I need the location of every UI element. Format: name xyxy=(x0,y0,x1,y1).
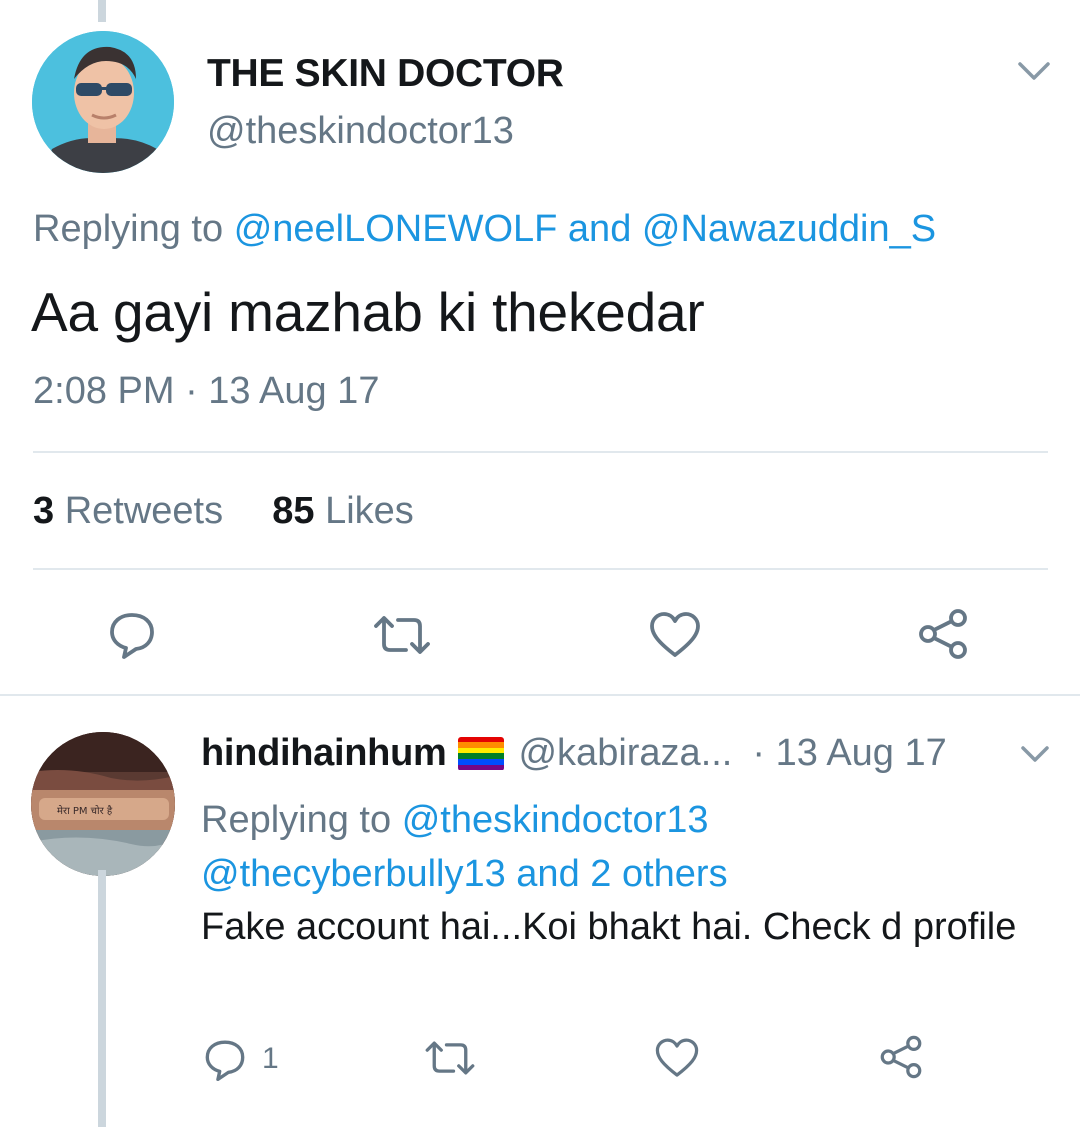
mention-link[interactable]: @neelLONEWOLF xyxy=(234,208,558,250)
rainbow-flag-icon xyxy=(458,736,505,771)
reply-date[interactable]: · 13 Aug 17 xyxy=(752,732,946,775)
tweet-detail-page: THE SKIN DOCTOR @theskindoctor13 Replyin… xyxy=(0,0,1080,1127)
replying-to: Replying to @neelLONEWOLF and @Nawazuddi… xyxy=(33,208,936,251)
divider xyxy=(33,451,1048,453)
thread-line-top xyxy=(98,0,106,22)
retweet-icon xyxy=(374,616,430,654)
retweet-icon xyxy=(425,1041,475,1075)
replying-prefix: Replying to xyxy=(201,799,392,841)
likes-stat[interactable]: 85 Likes xyxy=(272,490,414,532)
mention-link[interactable]: @theskindoctor13 xyxy=(402,799,709,841)
chevron-down-icon[interactable] xyxy=(1018,743,1052,765)
heart-icon xyxy=(655,1038,699,1077)
display-name[interactable]: THE SKIN DOCTOR xyxy=(207,52,564,96)
reply-button[interactable] xyxy=(106,608,158,660)
avatar[interactable] xyxy=(32,31,174,173)
mention-link[interactable]: @Nawazuddin_S xyxy=(642,208,936,250)
thread-line xyxy=(98,870,106,1127)
retweets-stat[interactable]: 3 Retweets xyxy=(33,490,223,532)
svg-text:मेरा PM चोर है: मेरा PM चोर है xyxy=(57,805,113,817)
retweet-button[interactable] xyxy=(422,1036,478,1080)
reply-icon xyxy=(110,613,154,659)
user-handle[interactable]: @theskindoctor13 xyxy=(207,110,514,153)
avatar[interactable]: मेरा PM चोर है xyxy=(31,732,175,876)
share-icon xyxy=(919,609,967,659)
retweet-button[interactable] xyxy=(370,610,434,660)
share-button[interactable] xyxy=(916,608,970,660)
mention-link[interactable]: @thecyberbully13 and 2 others xyxy=(201,853,728,895)
tweet-timestamp: 2:08 PM · 13 Aug 17 xyxy=(33,370,380,412)
reply-handle[interactable]: @kabiraza... xyxy=(518,732,732,775)
divider xyxy=(0,694,1080,696)
like-button[interactable] xyxy=(654,1036,700,1080)
share-icon xyxy=(880,1035,922,1079)
reply-text: Fake account hai...Koi bhakt hai. Check … xyxy=(201,906,1017,948)
chevron-down-icon[interactable] xyxy=(1014,58,1054,84)
replying-prefix: Replying to xyxy=(33,208,224,250)
replying-and[interactable]: and xyxy=(568,208,631,250)
like-button[interactable] xyxy=(648,610,702,660)
divider xyxy=(33,568,1048,570)
tweet-stats: 3 Retweets 85 Likes xyxy=(33,490,414,533)
heart-icon xyxy=(650,612,700,657)
tweet-text: Aa gayi mazhab ki thekedar xyxy=(31,281,705,343)
reply-count: 1 xyxy=(262,1042,279,1075)
reply-button[interactable]: 1 xyxy=(202,1036,292,1082)
reply-display-name[interactable]: hindihainhum xyxy=(201,732,447,775)
share-button[interactable] xyxy=(878,1034,924,1080)
replying-to: Replying to @theskindoctor13 @thecyberbu… xyxy=(201,793,1021,901)
reply-header: hindihainhum @kabiraza... · 13 Aug 17 xyxy=(201,732,947,775)
reply-icon xyxy=(205,1040,245,1082)
